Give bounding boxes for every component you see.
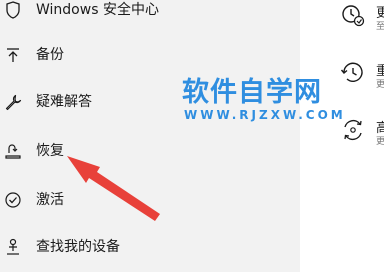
sidebar-item-backup[interactable]: 备份 <box>0 35 300 75</box>
option-row[interactable]: 更 至 <box>340 2 384 32</box>
option-subtitle: 更 <box>376 80 384 90</box>
sidebar-item-label: Windows 安全中心 <box>36 2 159 18</box>
sidebar-item-label: 查找我的设备 <box>36 239 120 255</box>
sidebar-item-label: 恢复 <box>36 143 64 159</box>
sidebar-item-activation[interactable]: 激活 <box>0 180 300 220</box>
recovery-icon <box>4 142 22 160</box>
site-watermark: 软件自学网 WWW.RJZXW.COM <box>182 77 346 123</box>
watermark-title: 软件自学网 <box>182 77 322 108</box>
sidebar-item-label: 激活 <box>36 192 64 208</box>
check-circle-icon <box>4 191 22 209</box>
sidebar-item-find-my-device[interactable]: 查找我的设备 <box>0 227 300 267</box>
sidebar-item-windows-security[interactable]: Windows 安全中心 <box>0 0 300 30</box>
option-row[interactable]: 重 更 <box>340 60 384 90</box>
option-subtitle: 更 <box>376 137 384 147</box>
option-subtitle: 至 <box>376 22 384 32</box>
person-locate-icon <box>4 238 22 256</box>
sidebar-item-label: 备份 <box>36 47 64 63</box>
sidebar-item-recovery[interactable]: 恢复 <box>0 131 300 171</box>
settings-sidebar: Windows 安全中心 备份 疑难解答 恢复 激活 查找我的设备 <box>0 0 300 272</box>
option-row[interactable]: 高 更 <box>340 117 384 147</box>
shield-icon <box>4 1 22 19</box>
watermark-url: WWW.RJZXW.COM <box>184 108 346 122</box>
sidebar-item-label: 疑难解答 <box>36 94 92 110</box>
history-clock-icon <box>340 2 366 28</box>
upload-arrow-icon <box>4 46 22 64</box>
wrench-icon <box>4 93 22 111</box>
